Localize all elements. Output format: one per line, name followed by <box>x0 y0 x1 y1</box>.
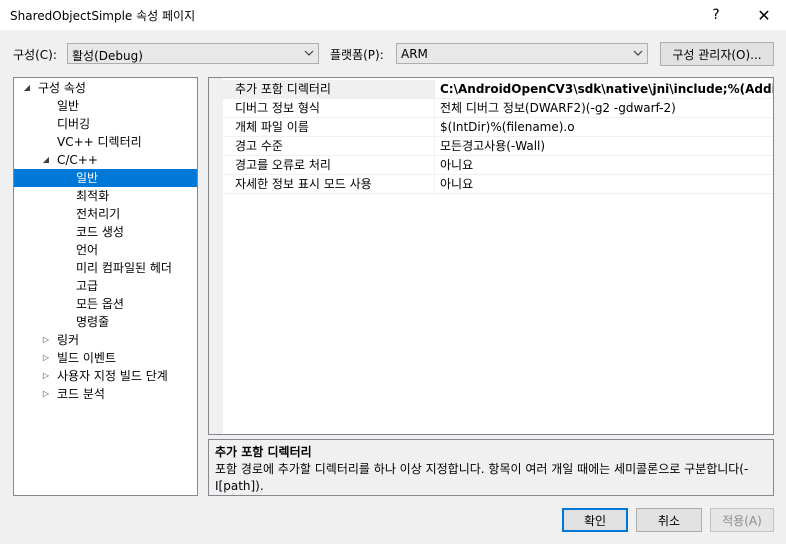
tree-item-label: 언어 <box>76 243 99 257</box>
property-value[interactable]: C:\AndroidOpenCV3\sdk\native\jni\include… <box>440 80 773 98</box>
collapse-icon[interactable]: ◢ <box>21 79 33 97</box>
tree-item-preprocessor[interactable]: 전처리기 <box>14 205 197 223</box>
property-row[interactable]: 경고 수준 모든경고사용(-Wall) <box>223 137 773 156</box>
tree-item-label: 명령줄 <box>76 315 110 329</box>
tree-item-label: 구성 속성 <box>38 81 86 95</box>
property-name: 경고를 오류로 처리 <box>223 156 435 174</box>
tree-item-linker[interactable]: ▷ 링커 <box>14 331 197 349</box>
tree-item-label: C/C++ <box>57 153 98 167</box>
tree-item-label: 일반 <box>76 171 99 185</box>
config-dropdown[interactable]: 활성(Debug) <box>67 43 319 64</box>
tree-item-label: 디버깅 <box>57 117 91 131</box>
property-name: 추가 포함 디렉터리 <box>223 80 435 98</box>
property-name: 디버그 정보 형식 <box>223 99 435 117</box>
ok-label: 확인 <box>583 513 607 528</box>
tree-item-label: 전처리기 <box>76 207 121 221</box>
property-row[interactable]: 자세한 정보 표시 모드 사용 아니요 <box>223 175 773 194</box>
window-title: SharedObjectSimple 속성 페이지 <box>10 9 196 23</box>
apply-label: 적용(A) <box>722 513 762 528</box>
tree-item-label: 링커 <box>57 333 80 347</box>
collapse-icon[interactable]: ◢ <box>40 151 52 169</box>
expand-icon[interactable]: ▷ <box>40 385 52 403</box>
property-value[interactable]: 아니요 <box>440 156 773 174</box>
tree-item-command-line[interactable]: 명령줄 <box>14 313 197 331</box>
tree-item-language[interactable]: 언어 <box>14 241 197 259</box>
tree-item-custom-build-step[interactable]: ▷ 사용자 지정 빌드 단계 <box>14 367 197 385</box>
property-name: 자세한 정보 표시 모드 사용 <box>223 175 435 193</box>
apply-button[interactable]: 적용(A) <box>710 508 774 532</box>
tree-item-label: 미리 컴파일된 헤더 <box>76 261 172 275</box>
chevron-down-icon <box>304 50 314 56</box>
property-value[interactable]: 아니요 <box>440 175 773 193</box>
config-manager-label: 구성 관리자(O)... <box>672 47 762 62</box>
property-row[interactable]: 디버그 정보 형식 전체 디버그 정보(DWARF2)(-g2 -gdwarf-… <box>223 99 773 118</box>
title-bar: SharedObjectSimple 속성 페이지 ? ✕ <box>0 0 786 30</box>
config-label: 구성(C): <box>13 48 57 62</box>
tree-item-label: 모든 옵션 <box>76 297 124 311</box>
tree-item-precompiled-headers[interactable]: 미리 컴파일된 헤더 <box>14 259 197 277</box>
description-text: 포함 경로에 추가할 디렉터리를 하나 이상 지정합니다. 항목이 여러 개일 … <box>215 462 749 493</box>
chevron-down-icon <box>633 50 643 56</box>
platform-value: ARM <box>401 47 428 61</box>
tree-item-label: VC++ 디렉터리 <box>57 135 142 149</box>
expand-icon[interactable]: ▷ <box>40 349 52 367</box>
tree-item-debugging[interactable]: 디버깅 <box>14 115 197 133</box>
tree-item-config-properties[interactable]: ◢ 구성 속성 <box>14 79 197 97</box>
property-tree[interactable]: ◢ 구성 속성 일반 디버깅 VC++ 디렉터리 ◢ C/C++ 일반 최적화 … <box>13 77 198 496</box>
tree-item-code-analysis[interactable]: ▷ 코드 분석 <box>14 385 197 403</box>
platform-label: 플랫폼(P): <box>330 48 384 62</box>
ok-button[interactable]: 확인 <box>562 508 628 532</box>
tree-item-general[interactable]: 일반 <box>14 97 197 115</box>
property-name: 개체 파일 이름 <box>223 118 435 136</box>
help-icon: ? <box>712 7 720 23</box>
tree-item-cpp[interactable]: ◢ C/C++ <box>14 151 197 169</box>
tree-item-code-generation[interactable]: 코드 생성 <box>14 223 197 241</box>
tree-item-label: 사용자 지정 빌드 단계 <box>57 369 168 383</box>
tree-item-cpp-general[interactable]: 일반 <box>14 169 197 187</box>
tree-item-label: 최적화 <box>76 189 110 203</box>
tree-item-advanced[interactable]: 고급 <box>14 277 197 295</box>
tree-item-vc-directories[interactable]: VC++ 디렉터리 <box>14 133 197 151</box>
property-name: 경고 수준 <box>223 137 435 155</box>
cancel-button[interactable]: 취소 <box>636 508 702 532</box>
tree-item-label: 코드 생성 <box>76 225 124 239</box>
tree-item-optimization[interactable]: 최적화 <box>14 187 197 205</box>
tree-item-label: 빌드 이벤트 <box>57 351 117 365</box>
description-title: 추가 포함 디렉터리 <box>215 445 312 459</box>
property-value[interactable]: 모든경고사용(-Wall) <box>440 137 773 155</box>
config-manager-button[interactable]: 구성 관리자(O)... <box>660 42 774 66</box>
tree-item-label: 코드 분석 <box>57 387 105 401</box>
tree-item-build-events[interactable]: ▷ 빌드 이벤트 <box>14 349 197 367</box>
property-grid[interactable]: 추가 포함 디렉터리 C:\AndroidOpenCV3\sdk\native\… <box>208 77 774 435</box>
grid-gutter <box>209 78 223 434</box>
property-row[interactable]: 추가 포함 디렉터리 C:\AndroidOpenCV3\sdk\native\… <box>223 80 773 99</box>
property-row[interactable]: 개체 파일 이름 $(IntDir)%(filename).o <box>223 118 773 137</box>
platform-dropdown[interactable]: ARM <box>396 43 648 64</box>
expand-icon[interactable]: ▷ <box>40 367 52 385</box>
help-button[interactable]: ? <box>696 0 736 30</box>
close-button[interactable]: ✕ <box>744 0 784 30</box>
tree-item-label: 일반 <box>57 99 80 113</box>
tree-item-all-options[interactable]: 모든 옵션 <box>14 295 197 313</box>
tree-item-label: 고급 <box>76 279 99 293</box>
cancel-label: 취소 <box>657 513 681 528</box>
property-value[interactable]: 전체 디버그 정보(DWARF2)(-g2 -gdwarf-2) <box>440 99 773 117</box>
description-panel: 추가 포함 디렉터리 포함 경로에 추가할 디렉터리를 하나 이상 지정합니다.… <box>208 439 774 496</box>
expand-icon[interactable]: ▷ <box>40 331 52 349</box>
config-value: 활성(Debug) <box>72 49 143 63</box>
property-value[interactable]: $(IntDir)%(filename).o <box>440 118 773 136</box>
property-row[interactable]: 경고를 오류로 처리 아니요 <box>223 156 773 175</box>
close-icon: ✕ <box>757 5 771 25</box>
